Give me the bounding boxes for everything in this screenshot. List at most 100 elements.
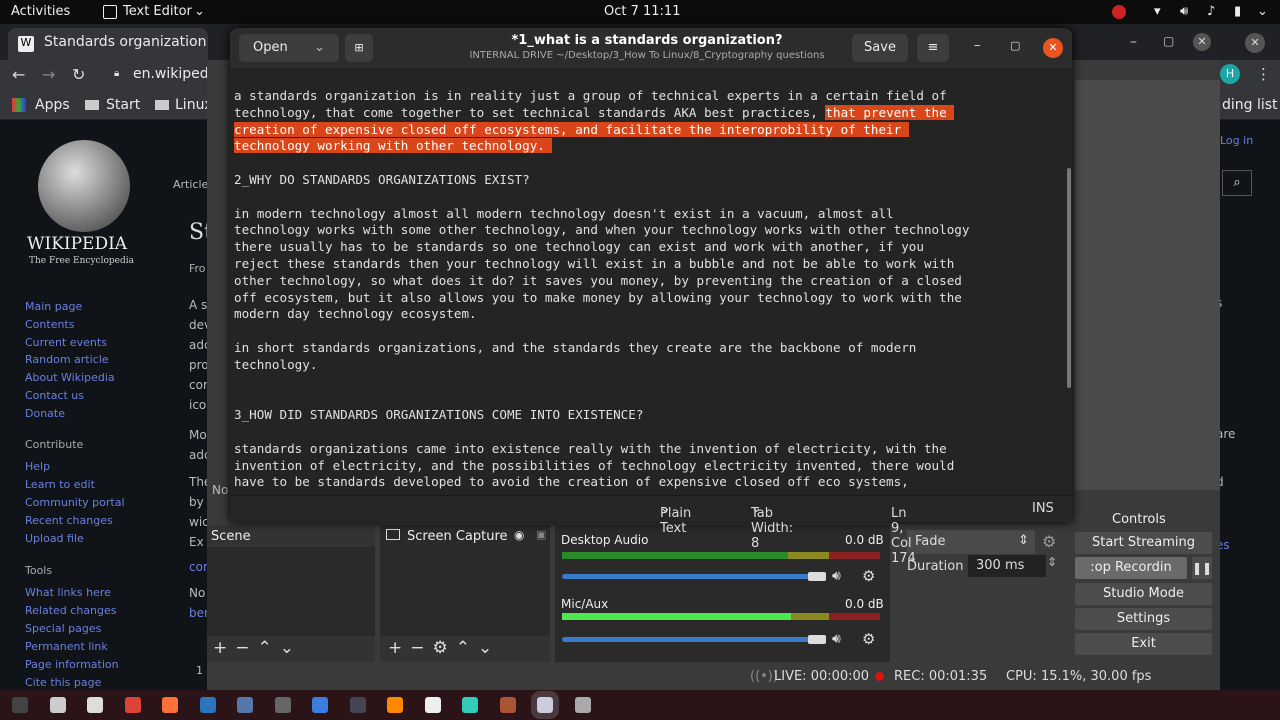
speaker-icon[interactable]: 🔊︎ <box>832 631 841 647</box>
duration-stepper[interactable]: ⇕ <box>1047 555 1057 569</box>
gear-icon[interactable]: ⚙ <box>1042 532 1056 551</box>
sidebar-link[interactable]: Current events <box>25 336 107 349</box>
pause-icon[interactable]: ❚❚ <box>1192 557 1212 579</box>
forward-icon[interactable]: → <box>42 65 55 84</box>
move-up-icon[interactable]: ⌃ <box>258 638 280 658</box>
sidebar-link[interactable]: Permanent link <box>25 640 108 653</box>
add-icon[interactable]: + <box>388 638 410 658</box>
firefox-icon[interactable] <box>162 697 178 713</box>
screenshot-icon[interactable] <box>274 697 291 713</box>
game-icon[interactable] <box>499 697 516 713</box>
browser-tab[interactable]: W Standards organization - <box>8 28 208 60</box>
move-up-icon[interactable]: ⌃ <box>456 638 478 658</box>
app-menu[interactable]: Text Editor <box>123 4 192 19</box>
tab-width-selector[interactable]: Tab Width: 8 ⌄ <box>751 501 793 551</box>
activities-button[interactable]: Activities <box>11 4 70 19</box>
sidebar-link[interactable]: Related changes <box>25 604 117 617</box>
open-button[interactable]: Open ⌄ <box>239 34 339 62</box>
gear-icon[interactable]: ⚙ <box>433 638 456 658</box>
mic-icon[interactable]: ♪ <box>1207 4 1215 19</box>
wikipedia-globe-logo[interactable] <box>38 140 130 232</box>
terminal-icon[interactable] <box>12 697 28 713</box>
close-icon[interactable]: ✕ <box>1245 33 1265 53</box>
sidebar-link[interactable]: Random article <box>25 353 109 366</box>
sidebar-link[interactable]: Contact us <box>25 389 84 402</box>
sidebar-link[interactable]: About Wikipedia <box>25 371 115 384</box>
move-down-icon[interactable]: ⌄ <box>478 638 500 658</box>
reload-icon[interactable]: ↻ <box>72 65 85 84</box>
disks-icon[interactable] <box>87 697 103 713</box>
sidebar-link[interactable]: Main page <box>25 300 82 313</box>
reading-list-button[interactable]: ding list <box>1222 97 1278 113</box>
settings-button[interactable]: Settings <box>1075 608 1212 630</box>
kebab-menu-icon[interactable]: ⋮ <box>1256 65 1271 83</box>
login-link[interactable]: Log in <box>1220 134 1253 147</box>
hamburger-menu-icon[interactable]: ≡ <box>917 34 949 62</box>
start-streaming-button[interactable]: Start Streaming <box>1075 532 1212 554</box>
premiere-icon[interactable] <box>349 697 366 713</box>
gear-icon[interactable]: ⚙ <box>862 567 875 585</box>
clock[interactable]: Oct 7 11:11 <box>604 4 680 19</box>
volume-slider-handle[interactable] <box>808 635 826 644</box>
volume-slider[interactable] <box>562 574 824 579</box>
sidebar-link[interactable]: Help <box>25 460 50 473</box>
obs-icon[interactable] <box>424 697 441 713</box>
files-icon[interactable] <box>49 697 66 713</box>
remove-icon[interactable]: − <box>235 638 257 658</box>
article-tab[interactable]: Article <box>173 178 208 191</box>
sidebar-link[interactable]: Community portal <box>25 496 125 509</box>
minimize-icon[interactable]: – <box>974 38 981 53</box>
scene-item[interactable]: Scene <box>211 529 251 544</box>
speaker-icon[interactable]: 🔊︎ <box>832 568 841 584</box>
add-icon[interactable]: + <box>213 638 235 658</box>
sidebar-link[interactable]: What links here <box>25 586 111 599</box>
text-area[interactable]: a standards organization is in reality j… <box>234 88 1060 491</box>
sidebar-link[interactable]: Donate <box>25 407 65 420</box>
steam-icon[interactable] <box>199 697 216 713</box>
new-tab-icon[interactable]: ⊞ <box>345 34 373 62</box>
browser-close-icon[interactable]: ✕ <box>1193 33 1211 51</box>
profile-avatar[interactable]: H <box>1220 64 1240 84</box>
bookmark-apps[interactable]: Apps <box>35 97 70 113</box>
vim-icon[interactable] <box>462 697 478 713</box>
wifi-icon[interactable]: ▾ <box>1154 4 1161 19</box>
exit-button[interactable]: Exit <box>1075 633 1212 655</box>
back-icon[interactable]: ← <box>12 65 25 84</box>
sidebar-link[interactable]: Upload file <box>25 532 84 545</box>
studio-mode-button[interactable]: Studio Mode <box>1075 583 1212 605</box>
sidebar-link[interactable]: Cite this page <box>25 676 101 689</box>
system-menu-chevron-icon[interactable]: ⌄ <box>1257 4 1268 19</box>
vlc-icon[interactable] <box>387 697 403 713</box>
close-icon[interactable]: ✕ <box>1043 38 1063 58</box>
archive-icon[interactable] <box>574 697 591 713</box>
sidebar-link[interactable]: Page information <box>25 658 119 671</box>
source-item[interactable]: Screen Capture <box>407 529 508 544</box>
save-button[interactable]: Save <box>852 34 908 62</box>
minimize-icon[interactable]: – <box>1130 34 1137 50</box>
volume-slider-handle[interactable] <box>808 572 826 581</box>
text-editor-icon[interactable] <box>531 691 559 719</box>
maximize-icon[interactable]: ▢ <box>1163 34 1174 48</box>
sidebar-link[interactable]: Contents <box>25 318 74 331</box>
remove-icon[interactable]: − <box>410 638 432 658</box>
maximize-icon[interactable]: ▢ <box>1010 39 1020 52</box>
sidebar-link[interactable]: Recent changes <box>25 514 113 527</box>
lock-icon[interactable]: ▣ <box>536 528 546 541</box>
volume-icon[interactable]: 🔊︎ <box>1180 4 1188 19</box>
gear-icon[interactable]: ⚙ <box>862 630 875 648</box>
volume-slider[interactable] <box>562 637 824 642</box>
move-down-icon[interactable]: ⌄ <box>280 638 302 658</box>
app-icon[interactable] <box>237 697 253 713</box>
eye-icon[interactable]: ◉ <box>514 528 524 542</box>
bookmark-start[interactable]: Start <box>106 97 140 113</box>
stop-recording-button[interactable]: :op Recordin <box>1075 557 1187 579</box>
search-icon[interactable]: ⌕ <box>1222 170 1252 196</box>
sidebar-link[interactable]: Learn to edit <box>25 478 95 491</box>
scrollbar[interactable] <box>1067 168 1071 388</box>
battery-icon[interactable]: ▮ <box>1234 4 1241 19</box>
transition-select[interactable]: Fade ⇕ <box>907 530 1035 554</box>
chrome-icon[interactable] <box>124 697 141 713</box>
duration-input[interactable]: 300 ms <box>968 555 1046 577</box>
language-selector[interactable]: Plain Text ⌄ <box>660 501 691 536</box>
sidebar-link[interactable]: Special pages <box>25 622 101 635</box>
